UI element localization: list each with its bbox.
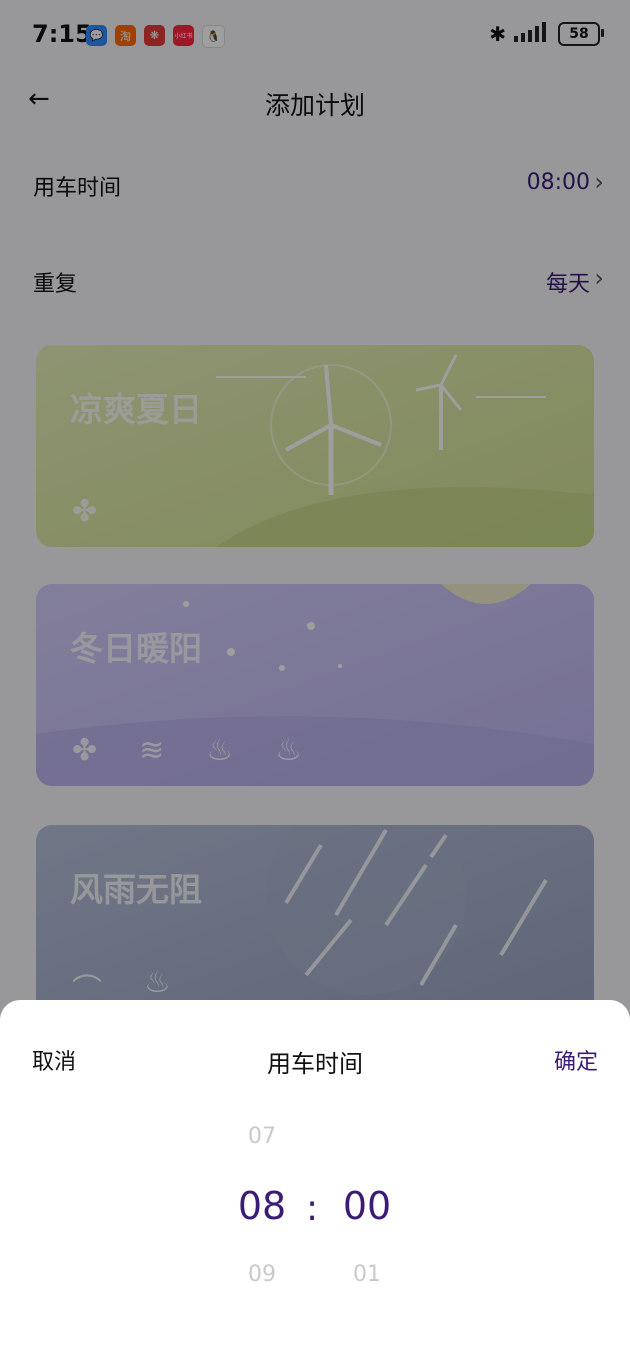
time-picker-sheet: 取消 用车时间 确定 07 08 09 : 00 01 — [0, 1000, 630, 1360]
hour-prev[interactable]: 07 — [222, 1124, 302, 1149]
minute-selected[interactable]: 00 — [327, 1184, 407, 1228]
time-separator: : — [306, 1188, 319, 1229]
hour-next[interactable]: 09 — [222, 1262, 302, 1287]
minute-next[interactable]: 01 — [327, 1262, 407, 1287]
hour-selected[interactable]: 08 — [222, 1184, 302, 1228]
sheet-title: 用车时间 — [267, 1050, 363, 1078]
confirm-button[interactable]: 确定 — [554, 1044, 598, 1076]
